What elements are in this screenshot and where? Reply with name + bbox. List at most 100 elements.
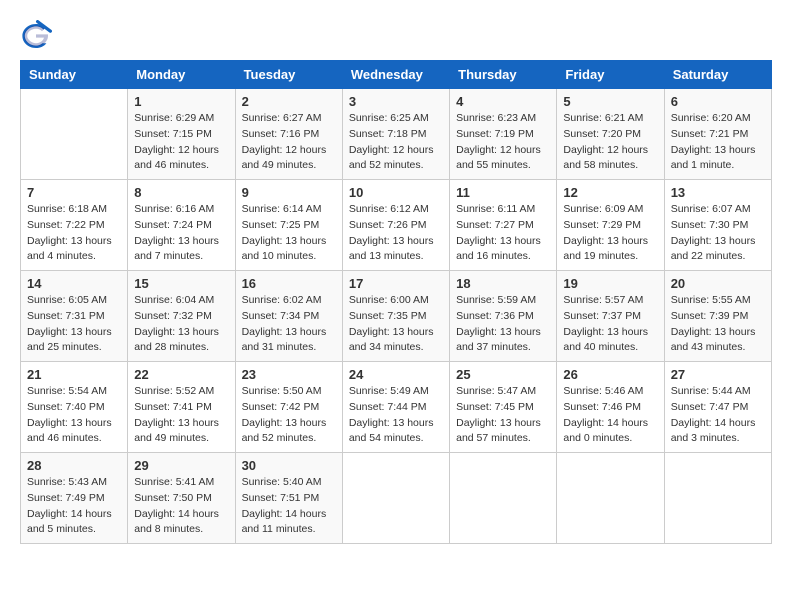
day-info: Sunrise: 5:55 AMSunset: 7:39 PMDaylight:…: [671, 293, 765, 356]
day-number: 1: [134, 94, 228, 109]
day-number: 21: [27, 367, 121, 382]
day-info: Sunrise: 5:50 AMSunset: 7:42 PMDaylight:…: [242, 384, 336, 447]
day-info: Sunrise: 6:12 AMSunset: 7:26 PMDaylight:…: [349, 202, 443, 265]
logo-icon: [20, 20, 52, 52]
calendar-cell: 9 Sunrise: 6:14 AMSunset: 7:25 PMDaylight…: [235, 180, 342, 271]
day-info: Sunrise: 6:07 AMSunset: 7:30 PMDaylight:…: [671, 202, 765, 265]
day-number: 3: [349, 94, 443, 109]
day-info: Sunrise: 5:54 AMSunset: 7:40 PMDaylight:…: [27, 384, 121, 447]
calendar-cell: 24Sunrise: 5:49 AMSunset: 7:44 PMDayligh…: [342, 362, 449, 453]
day-number: 26: [563, 367, 657, 382]
calendar-cell: 7 Sunrise: 6:18 AMSunset: 7:22 PMDaylight…: [21, 180, 128, 271]
day-info: Sunrise: 6:16 AMSunset: 7:24 PMDaylight:…: [134, 202, 228, 265]
calendar-cell: 25Sunrise: 5:47 AMSunset: 7:45 PMDayligh…: [450, 362, 557, 453]
day-info: Sunrise: 6:29 AMSunset: 7:15 PMDaylight:…: [134, 111, 228, 174]
day-info: Sunrise: 6:11 AMSunset: 7:27 PMDaylight:…: [456, 202, 550, 265]
day-number: 16: [242, 276, 336, 291]
calendar-week-row: 7 Sunrise: 6:18 AMSunset: 7:22 PMDaylight…: [21, 180, 772, 271]
calendar-cell: 13 Sunrise: 6:07 AMSunset: 7:30 PMDayligh…: [664, 180, 771, 271]
day-number: 11: [456, 185, 550, 200]
calendar-cell: [557, 453, 664, 544]
day-number: 29: [134, 458, 228, 473]
day-info: Sunrise: 5:44 AMSunset: 7:47 PMDaylight:…: [671, 384, 765, 447]
day-number: 23: [242, 367, 336, 382]
calendar-week-row: 28Sunrise: 5:43 AMSunset: 7:49 PMDayligh…: [21, 453, 772, 544]
day-info: Sunrise: 6:27 AMSunset: 7:16 PMDaylight:…: [242, 111, 336, 174]
calendar-cell: 12 Sunrise: 6:09 AMSunset: 7:29 PMDayligh…: [557, 180, 664, 271]
calendar-cell: 21 Sunrise: 5:54 AMSunset: 7:40 PMDayligh…: [21, 362, 128, 453]
page-header: [20, 20, 772, 52]
day-number: 10: [349, 185, 443, 200]
calendar-cell: [664, 453, 771, 544]
day-info: Sunrise: 5:41 AMSunset: 7:50 PMDaylight:…: [134, 475, 228, 538]
calendar-cell: 22 Sunrise: 5:52 AMSunset: 7:41 PMDayligh…: [128, 362, 235, 453]
day-info: Sunrise: 6:18 AMSunset: 7:22 PMDaylight:…: [27, 202, 121, 265]
day-number: 19: [563, 276, 657, 291]
day-number: 22: [134, 367, 228, 382]
day-info: Sunrise: 5:49 AMSunset: 7:44 PMDaylight:…: [349, 384, 443, 447]
day-number: 6: [671, 94, 765, 109]
day-number: 13: [671, 185, 765, 200]
day-number: 7: [27, 185, 121, 200]
calendar-cell: 26 Sunrise: 5:46 AMSunset: 7:46 PMDayligh…: [557, 362, 664, 453]
calendar-cell: 28Sunrise: 5:43 AMSunset: 7:49 PMDayligh…: [21, 453, 128, 544]
day-info: Sunrise: 6:00 AMSunset: 7:35 PMDaylight:…: [349, 293, 443, 356]
day-number: 5: [563, 94, 657, 109]
calendar-cell: 3 Sunrise: 6:25 AMSunset: 7:18 PMDaylight…: [342, 89, 449, 180]
day-info: Sunrise: 6:23 AMSunset: 7:19 PMDaylight:…: [456, 111, 550, 174]
day-number: 20: [671, 276, 765, 291]
calendar-cell: 20 Sunrise: 5:55 AMSunset: 7:39 PMDayligh…: [664, 271, 771, 362]
header-tuesday: Tuesday: [235, 61, 342, 89]
day-info: Sunrise: 6:25 AMSunset: 7:18 PMDaylight:…: [349, 111, 443, 174]
day-number: 14: [27, 276, 121, 291]
day-number: 30: [242, 458, 336, 473]
day-number: 2: [242, 94, 336, 109]
day-info: Sunrise: 6:21 AMSunset: 7:20 PMDaylight:…: [563, 111, 657, 174]
header-thursday: Thursday: [450, 61, 557, 89]
calendar-cell: 14 Sunrise: 6:05 AMSunset: 7:31 PMDayligh…: [21, 271, 128, 362]
calendar-cell: 4Sunrise: 6:23 AMSunset: 7:19 PMDaylight…: [450, 89, 557, 180]
calendar-cell: [21, 89, 128, 180]
calendar-cell: 10 Sunrise: 6:12 AMSunset: 7:26 PMDayligh…: [342, 180, 449, 271]
day-number: 15: [134, 276, 228, 291]
day-info: Sunrise: 5:52 AMSunset: 7:41 PMDaylight:…: [134, 384, 228, 447]
calendar-cell: 8 Sunrise: 6:16 AMSunset: 7:24 PMDaylight…: [128, 180, 235, 271]
calendar-cell: [450, 453, 557, 544]
day-info: Sunrise: 5:40 AMSunset: 7:51 PMDaylight:…: [242, 475, 336, 538]
calendar-cell: 16Sunrise: 6:02 AMSunset: 7:34 PMDayligh…: [235, 271, 342, 362]
calendar-cell: 2 Sunrise: 6:27 AMSunset: 7:16 PMDaylight…: [235, 89, 342, 180]
calendar-cell: 19 Sunrise: 5:57 AMSunset: 7:37 PMDayligh…: [557, 271, 664, 362]
day-number: 27: [671, 367, 765, 382]
day-info: Sunrise: 6:04 AMSunset: 7:32 PMDaylight:…: [134, 293, 228, 356]
day-number: 9: [242, 185, 336, 200]
calendar-cell: [342, 453, 449, 544]
calendar-header-row: SundayMondayTuesdayWednesdayThursdayFrid…: [21, 61, 772, 89]
calendar-cell: 17 Sunrise: 6:00 AMSunset: 7:35 PMDayligh…: [342, 271, 449, 362]
day-info: Sunrise: 5:57 AMSunset: 7:37 PMDaylight:…: [563, 293, 657, 356]
calendar-week-row: 14 Sunrise: 6:05 AMSunset: 7:31 PMDayligh…: [21, 271, 772, 362]
day-info: Sunrise: 6:05 AMSunset: 7:31 PMDaylight:…: [27, 293, 121, 356]
calendar-cell: 27 Sunrise: 5:44 AMSunset: 7:47 PMDayligh…: [664, 362, 771, 453]
day-number: 17: [349, 276, 443, 291]
day-info: Sunrise: 6:09 AMSunset: 7:29 PMDaylight:…: [563, 202, 657, 265]
day-number: 12: [563, 185, 657, 200]
header-friday: Friday: [557, 61, 664, 89]
calendar-cell: 18 Sunrise: 5:59 AMSunset: 7:36 PMDayligh…: [450, 271, 557, 362]
day-info: Sunrise: 6:20 AMSunset: 7:21 PMDaylight:…: [671, 111, 765, 174]
day-info: Sunrise: 6:14 AMSunset: 7:25 PMDaylight:…: [242, 202, 336, 265]
day-info: Sunrise: 5:59 AMSunset: 7:36 PMDaylight:…: [456, 293, 550, 356]
calendar-week-row: 21 Sunrise: 5:54 AMSunset: 7:40 PMDayligh…: [21, 362, 772, 453]
header-monday: Monday: [128, 61, 235, 89]
calendar-cell: 30 Sunrise: 5:40 AMSunset: 7:51 PMDayligh…: [235, 453, 342, 544]
calendar-cell: 1 Sunrise: 6:29 AMSunset: 7:15 PMDaylight…: [128, 89, 235, 180]
day-number: 25: [456, 367, 550, 382]
calendar-cell: 15 Sunrise: 6:04 AMSunset: 7:32 PMDayligh…: [128, 271, 235, 362]
calendar-table: SundayMondayTuesdayWednesdayThursdayFrid…: [20, 60, 772, 544]
day-info: Sunrise: 5:46 AMSunset: 7:46 PMDaylight:…: [563, 384, 657, 447]
day-number: 18: [456, 276, 550, 291]
calendar-cell: 23 Sunrise: 5:50 AMSunset: 7:42 PMDayligh…: [235, 362, 342, 453]
day-number: 8: [134, 185, 228, 200]
calendar-cell: 5 Sunrise: 6:21 AMSunset: 7:20 PMDaylight…: [557, 89, 664, 180]
calendar-cell: 11 Sunrise: 6:11 AMSunset: 7:27 PMDayligh…: [450, 180, 557, 271]
header-sunday: Sunday: [21, 61, 128, 89]
